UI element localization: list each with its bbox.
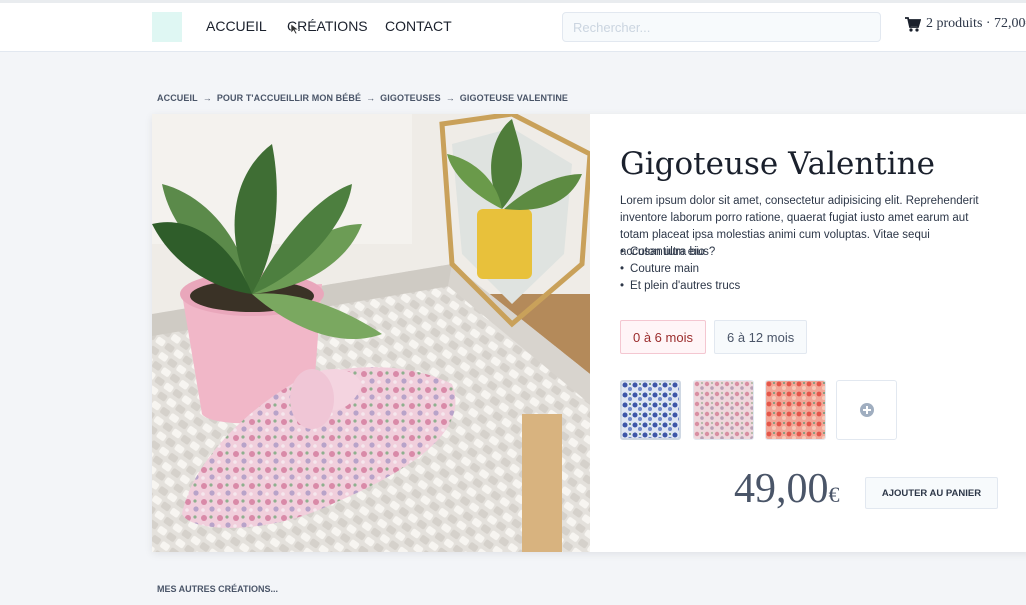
breadcrumb-arrow-icon: → (366, 93, 376, 103)
cart-icon (905, 16, 921, 32)
breadcrumb-pour-taccueillir[interactable]: POUR T'ACCUEILLIR MON BÉBÉ (217, 93, 361, 103)
product-title: Gigoteuse Valentine (620, 146, 935, 182)
size-option-6-12-months[interactable]: 6 à 12 mois (714, 320, 808, 354)
coral-floral-swatch-icon (766, 381, 825, 439)
fabric-swatch-coral-floral[interactable] (765, 380, 826, 440)
add-to-cart-button[interactable]: AJOUTER AU PANIER (865, 477, 998, 509)
top-border-line (0, 0, 1026, 3)
breadcrumb-accueil[interactable]: ACCUEIL (157, 93, 198, 103)
top-navigation-bar: ACCUEIL CRÉATIONS CONTACT 2 produits · 7… (0, 0, 1026, 52)
pink-floral-swatch-icon (694, 381, 753, 439)
feature-item: Et plein d'autres trucs (620, 278, 740, 295)
product-price: 49,00€ (734, 465, 840, 513)
cart-label: 2 produits · 72,00€ (926, 16, 1026, 31)
fabric-swatch-blue-floral[interactable] (620, 380, 681, 440)
product-photo (152, 114, 590, 552)
price-currency: € (828, 482, 840, 507)
fabric-swatch-pink-floral[interactable] (693, 380, 754, 440)
breadcrumb: ACCUEIL → POUR T'ACCUEILLIR MON BÉBÉ → G… (157, 93, 568, 103)
breadcrumb-arrow-icon: → (445, 93, 455, 103)
mouse-cursor-icon (290, 23, 300, 35)
breadcrumb-gigoteuses[interactable]: GIGOTEUSES (380, 93, 441, 103)
breadcrumb-arrow-icon: → (202, 93, 212, 103)
nav-accueil[interactable]: ACCUEIL (206, 0, 267, 52)
search-input[interactable] (562, 12, 881, 42)
price-amount: 49,00 (734, 466, 829, 512)
blue-floral-swatch-icon (622, 382, 679, 438)
feature-list: Coton ultra bio Couture main Et plein d'… (620, 244, 740, 295)
breadcrumb-current: GIGOTEUSE VALENTINE (459, 93, 569, 103)
feature-item: Couture main (620, 261, 740, 278)
other-creations-heading: MES AUTRES CRÉATIONS... (157, 584, 279, 594)
cart-summary[interactable]: 2 produits · 72,00€ (905, 16, 1026, 32)
product-card: Gigoteuse Valentine Lorem ipsum dolor si… (152, 114, 1026, 552)
nav-contact[interactable]: CONTACT (385, 0, 452, 52)
size-option-0-6-months[interactable]: 0 à 6 mois (620, 320, 706, 354)
feature-item: Coton ultra bio (620, 244, 740, 261)
plus-circle-icon (859, 403, 874, 417)
add-swatch-button[interactable] (836, 380, 897, 440)
site-logo[interactable] (152, 12, 182, 42)
product-photo-illustration (152, 114, 590, 552)
